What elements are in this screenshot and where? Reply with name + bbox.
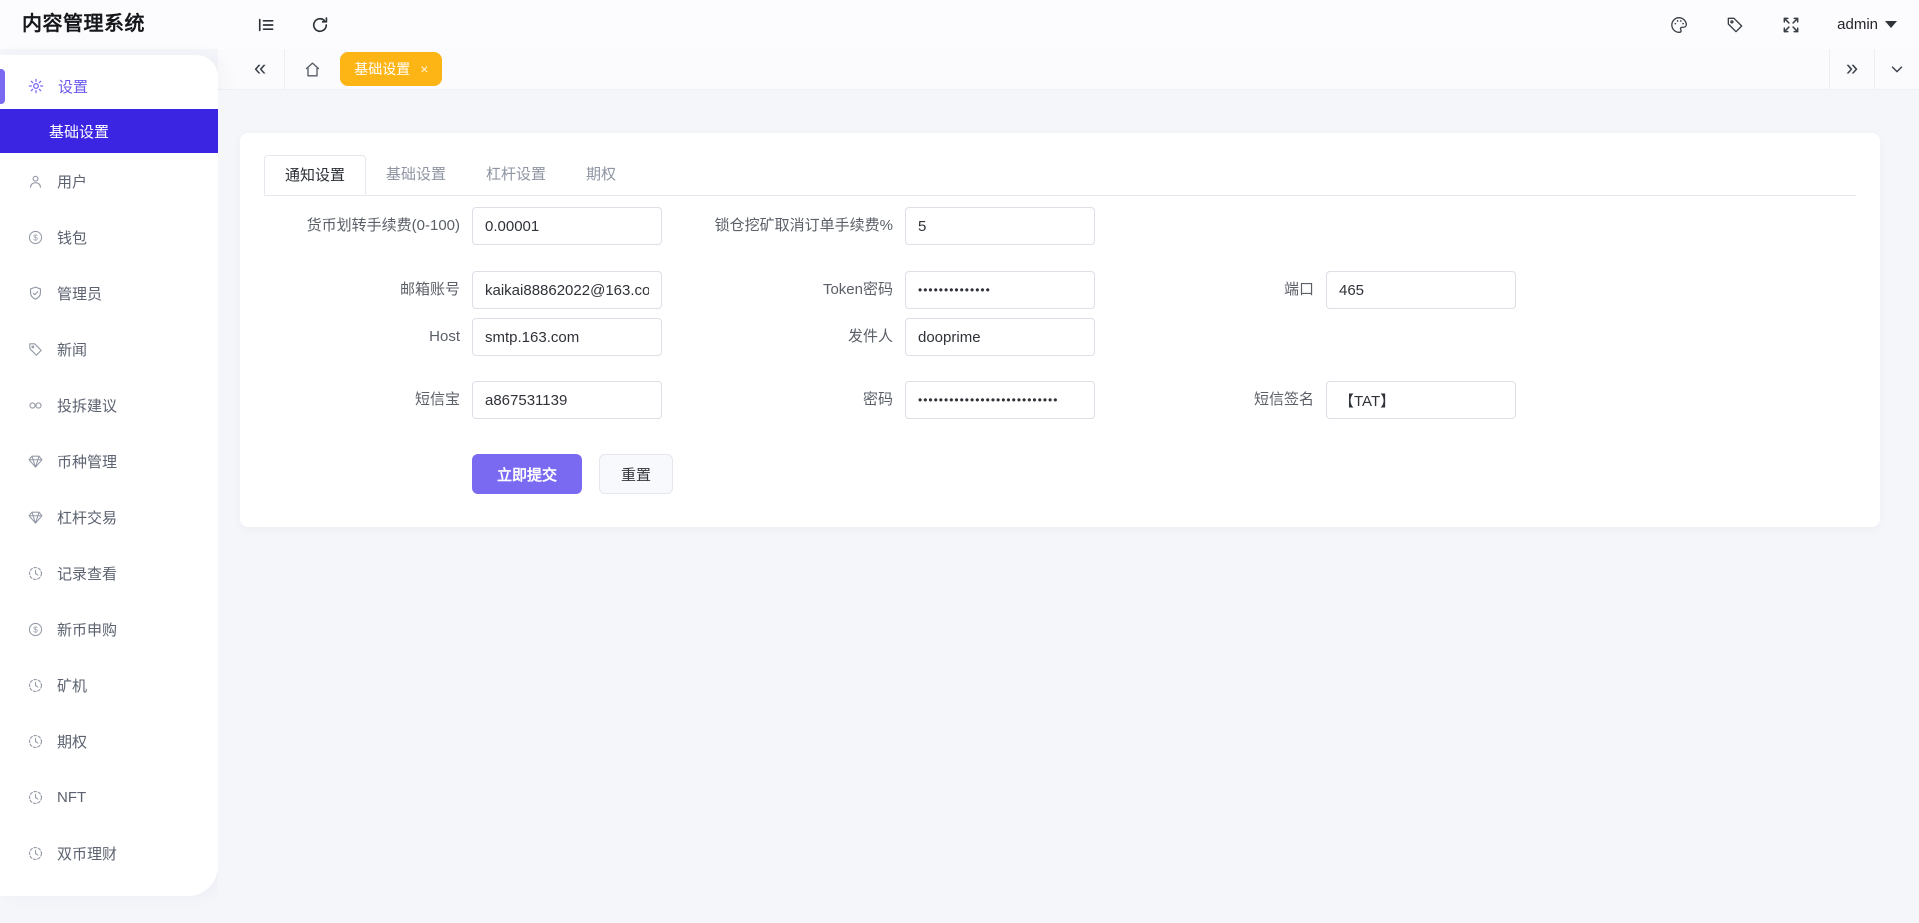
tab-options[interactable]: 期权 <box>566 155 636 195</box>
user-menu[interactable]: admin <box>1837 16 1897 33</box>
sidebar-item-new-coin-subscription[interactable]: 新币申购 <box>0 601 218 657</box>
settings-card: 通知设置 基础设置 杠杆设置 期权 货币划转手续费(0-100) 锁仓挖矿取消订… <box>240 133 1880 527</box>
sidebar-item-settings[interactable]: 设置 <box>0 63 218 109</box>
active-tag[interactable]: 基础设置 × <box>340 52 442 86</box>
history-icon <box>27 733 44 750</box>
token-password-label: Token密码 <box>662 271 905 309</box>
tag-icon <box>27 341 44 358</box>
caret-down-icon <box>1885 21 1897 28</box>
tab-leverage-settings[interactable]: 杠杆设置 <box>466 155 566 195</box>
refresh-icon[interactable] <box>310 15 330 35</box>
close-icon[interactable]: × <box>420 61 428 77</box>
sender-field[interactable] <box>905 318 1095 356</box>
email-account-label: 邮箱账号 <box>264 271 472 309</box>
active-tag-label: 基础设置 <box>354 59 410 79</box>
sidebar-item-wallet[interactable]: 钱包 <box>0 209 218 265</box>
lock-mining-cancel-fee-label: 锁仓挖矿取消订单手续费% <box>662 207 905 245</box>
fullscreen-icon[interactable] <box>1781 15 1801 35</box>
active-indicator <box>0 69 5 104</box>
sidebar-item-leverage-trading[interactable]: 杠杆交易 <box>0 489 218 545</box>
lock-mining-cancel-fee-field[interactable] <box>905 207 1095 245</box>
username: admin <box>1837 16 1878 33</box>
sms-signature-field[interactable] <box>1326 381 1516 419</box>
user-icon <box>27 173 44 190</box>
password-label: 密码 <box>662 381 905 419</box>
history-icon <box>27 789 44 806</box>
app-title: 内容管理系统 <box>22 0 145 49</box>
sidebar-item-dual-investment[interactable]: 双币理财 <box>0 825 218 881</box>
home-icon[interactable] <box>285 60 336 79</box>
scroll-tags-right-button[interactable]: » <box>1830 49 1874 89</box>
currency-transfer-fee-field[interactable] <box>472 207 662 245</box>
gear-icon <box>27 77 45 95</box>
link-icon <box>27 397 44 414</box>
email-account-field[interactable] <box>472 271 662 309</box>
host-label: Host <box>264 318 472 356</box>
sidebar-subitem-basic-settings[interactable]: 基础设置 <box>0 109 218 153</box>
host-field[interactable] <box>472 318 662 356</box>
sidebar-item-nft[interactable]: NFT <box>0 769 218 825</box>
history-icon <box>27 565 44 582</box>
sidebar-item-options[interactable]: 期权 <box>0 713 218 769</box>
sidebar-item-coin-management[interactable]: 币种管理 <box>0 433 218 489</box>
sidebar-item-feedback[interactable]: 投拆建议 <box>0 377 218 433</box>
palette-icon[interactable] <box>1669 15 1689 35</box>
token-password-field[interactable] <box>905 271 1095 309</box>
scroll-tags-left-button[interactable]: « <box>218 55 284 84</box>
tag-menu-button[interactable] <box>1875 49 1919 89</box>
chevron-down-icon <box>1888 60 1906 78</box>
reset-button[interactable]: 重置 <box>599 454 673 494</box>
port-field[interactable] <box>1326 271 1516 309</box>
gem-icon <box>27 453 44 470</box>
sidebar-item-news[interactable]: 新闻 <box>0 321 218 377</box>
sidebar-item-admins[interactable]: 管理员 <box>0 265 218 321</box>
sidebar-item-miner[interactable]: 矿机 <box>0 657 218 713</box>
tag-icon[interactable] <box>1725 15 1745 35</box>
smsbao-field[interactable] <box>472 381 662 419</box>
history-icon <box>27 845 44 862</box>
collapse-sidebar-icon[interactable] <box>256 15 276 35</box>
settings-tabs: 通知设置 基础设置 杠杆设置 期权 <box>264 155 1856 196</box>
history-icon <box>27 677 44 694</box>
submit-button[interactable]: 立即提交 <box>472 454 582 494</box>
tag-bar: « 基础设置 × » <box>218 49 1919 90</box>
top-bar: 内容管理系统 admin <box>0 0 1919 49</box>
content-area: 通知设置 基础设置 杠杆设置 期权 货币划转手续费(0-100) 锁仓挖矿取消订… <box>218 90 1919 923</box>
currency-transfer-fee-label: 货币划转手续费(0-100) <box>264 207 472 245</box>
sender-label: 发件人 <box>662 318 905 356</box>
tab-basic-settings[interactable]: 基础设置 <box>366 155 466 195</box>
password-field[interactable] <box>905 381 1095 419</box>
gem-icon <box>27 509 44 526</box>
sms-signature-label: 短信签名 <box>1095 381 1326 419</box>
port-label: 端口 <box>1095 271 1326 309</box>
sidebar-item-records[interactable]: 记录查看 <box>0 545 218 601</box>
navbar: admin <box>218 0 1919 49</box>
sidebar-item-users[interactable]: 用户 <box>0 153 218 209</box>
tab-notification-settings[interactable]: 通知设置 <box>264 155 366 195</box>
shield-check-icon <box>27 285 44 302</box>
dollar-circle-icon <box>27 229 44 246</box>
sidebar: 设置 基础设置 用户 钱包 管理员 新闻 投拆建议 币种管理 杠杆交易 记录查看… <box>0 55 218 896</box>
dollar-circle-icon <box>27 621 44 638</box>
smsbao-label: 短信宝 <box>264 381 472 419</box>
